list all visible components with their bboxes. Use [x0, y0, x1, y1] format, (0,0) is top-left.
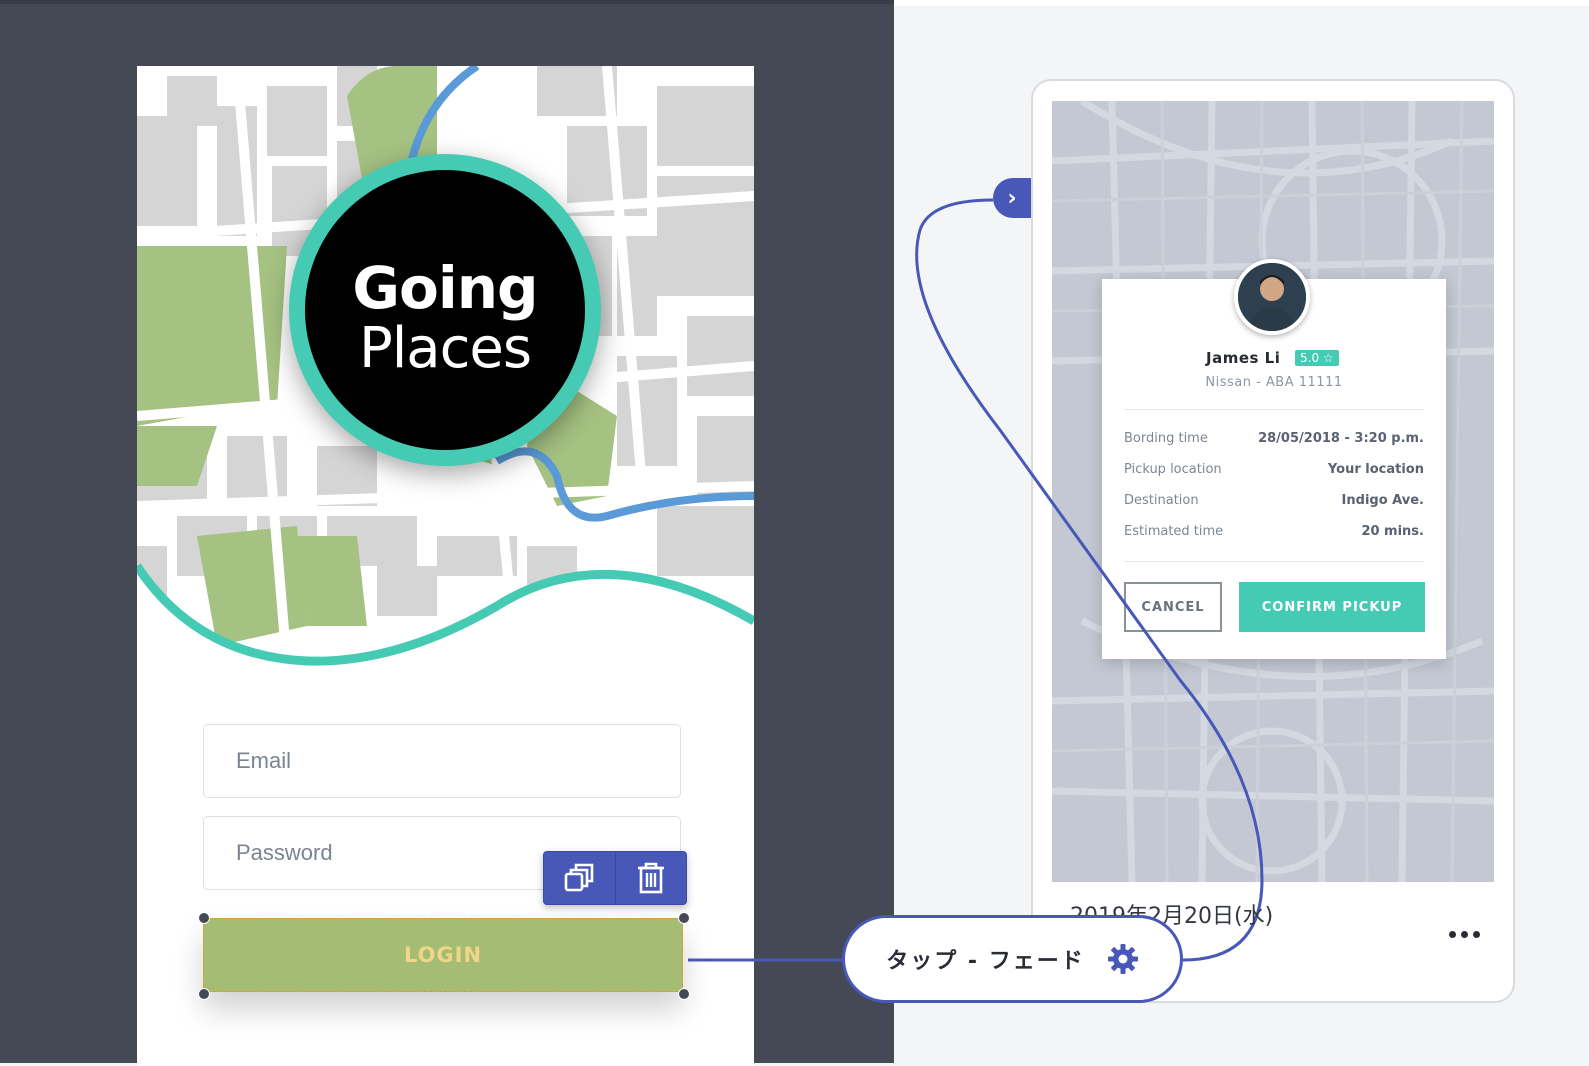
dot: [1448, 930, 1456, 938]
gear-icon[interactable]: [1107, 943, 1139, 975]
dot: [1460, 930, 1468, 938]
dot: [1472, 930, 1480, 938]
transition-pill[interactable]: タップ - フェード: [842, 915, 1183, 1003]
more-options-icon[interactable]: [1444, 922, 1484, 946]
interaction-connector: [688, 198, 1264, 962]
transition-label: タップ - フェード: [886, 949, 1085, 974]
